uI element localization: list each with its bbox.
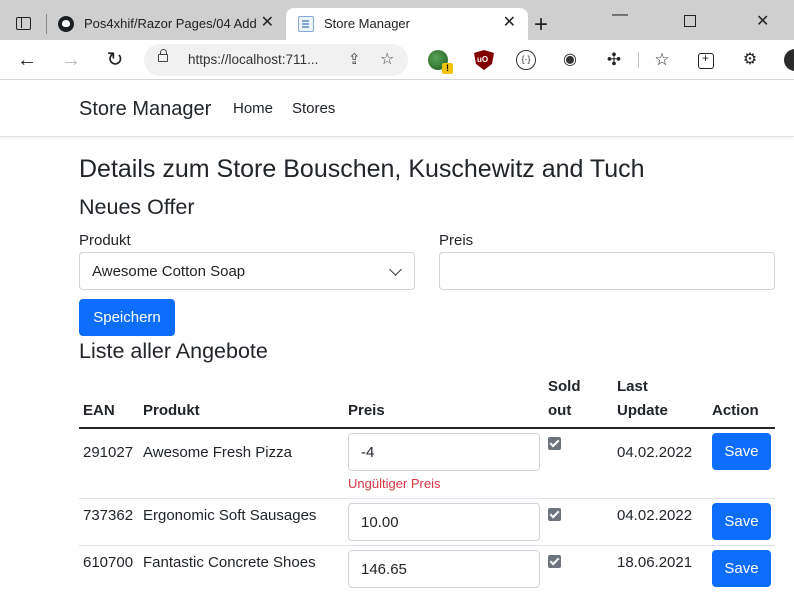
produkt-select[interactable]: Awesome Cotton Soap [79,252,415,290]
toolbar-divider [638,52,639,68]
row-last-update: 04.02.2022 [617,507,693,524]
browser-tab-github[interactable]: Pos4xhif/Razor Pages/04 Add at ✕ [50,8,284,40]
collections-icon[interactable] [698,51,714,69]
preis-label: Preis [439,232,474,249]
tab-actions-icon[interactable] [16,17,31,30]
row-ean: 737362 [83,507,134,524]
column-header-sold-out: Sold out [548,375,581,423]
column-header-ean: EAN [83,402,115,419]
column-header-produkt: Produkt [143,402,200,419]
sold-out-checkbox[interactable] [548,555,561,568]
column-header-last-update-line1: Last [617,378,648,395]
row-last-update: 18.06.2021 [617,554,693,571]
lock-icon[interactable] [158,49,168,62]
row-preis-value: 146.65 [361,561,407,578]
devtools-extension-icon[interactable]: {·} [516,50,536,70]
row-produkt: Ergonomic Soft Sausages [143,507,317,524]
page-title: Details zum Store Bouschen, Kuschewitz a… [79,155,645,183]
column-header-last-update: Last Update [617,375,668,423]
url-text[interactable]: https://localhost:711... [188,52,318,67]
preis-input[interactable] [439,252,775,290]
row-preis-value: -4 [361,444,375,461]
column-header-preis: Preis [348,402,385,419]
back-icon[interactable]: ← [16,49,38,71]
share-icon[interactable]: ⇪ [348,50,361,68]
minimize-icon[interactable]: — [612,6,628,24]
nav-link-home[interactable]: Home [233,100,273,117]
row-produkt: Fantastic Concrete Shoes [143,554,316,571]
row-preis-input[interactable]: 146.65 [348,550,540,588]
produkt-select-value: Awesome Cotton Soap [92,263,246,280]
row-last-update: 04.02.2022 [617,444,693,461]
new-tab-icon[interactable]: + [534,13,548,37]
table-row: 610700 Fantastic Concrete Shoes 146.65 1… [79,546,775,592]
column-header-last-update-line2: Update [617,402,668,419]
browser-tab-store-manager[interactable]: Store Manager ✕ [286,8,528,40]
chevron-down-icon [389,263,402,276]
speichern-button[interactable]: Speichern [79,299,175,336]
table-row: 291027 Awesome Fresh Pizza -4 04.02.2022… [79,429,775,499]
extensions-icon[interactable]: ✣ [604,50,624,70]
github-icon [58,16,74,32]
row-preis-value: 10.00 [361,514,399,531]
tab-title: Store Manager [324,16,410,31]
privacy-extension-icon[interactable]: ◉ [560,50,580,70]
sold-out-checkbox[interactable] [548,508,561,521]
address-bar[interactable]: https://localhost:711... ⇪ ☆ [144,44,408,76]
row-produkt: Awesome Fresh Pizza [143,444,292,461]
table-row: 737362 Ergonomic Soft Sausages 10.00 04.… [79,499,775,545]
brand-link[interactable]: Store Manager [79,98,211,121]
tabstrip-divider [46,14,47,34]
row-save-button[interactable]: Save [712,503,771,540]
row-ean: 610700 [83,554,134,571]
column-header-sold-out-line2: out [548,402,572,419]
ublock-icon[interactable]: uO [474,50,494,70]
row-ean: 291027 [83,444,134,461]
add-favorite-icon[interactable]: ☆ [380,49,394,69]
close-tab-icon[interactable]: ✕ [503,14,516,32]
row-save-button[interactable]: Save [712,433,771,470]
nav-link-stores[interactable]: Stores [292,100,335,117]
forward-icon[interactable]: → [60,49,82,71]
extension-badge: ! [442,63,453,74]
page-icon [298,16,314,32]
sold-out-checkbox[interactable] [548,437,561,450]
profile-avatar[interactable] [784,49,794,71]
row-preis-input[interactable]: 10.00 [348,503,540,541]
browser-toolbar: ← → ↻ https://localhost:711... ⇪ ☆ ! uO … [0,40,794,80]
browser-tabstrip: Pos4xhif/Razor Pages/04 Add at ✕ Store M… [0,0,794,40]
close-window-icon[interactable]: ✕ [756,11,769,31]
site-navbar: Store Manager Home Stores [0,80,794,137]
reload-icon[interactable]: ↻ [104,49,126,71]
maximize-icon[interactable] [684,15,696,27]
produkt-label: Produkt [79,232,131,249]
row-save-button[interactable]: Save [712,550,771,587]
column-header-sold-out-line1: Sold [548,378,581,395]
row-preis-input[interactable]: -4 [348,433,540,471]
tab-title: Pos4xhif/Razor Pages/04 Add at [84,16,256,31]
form-heading: Neues Offer [79,195,195,219]
close-tab-icon[interactable]: ✕ [261,14,274,32]
list-heading: Liste aller Angebote [79,339,268,363]
extension-globe-icon[interactable]: ! [428,50,453,74]
favorites-icon[interactable]: ☆ [652,50,672,70]
performance-icon[interactable]: ⚙ [740,50,760,70]
validation-error: Ungültiger Preis [348,476,441,491]
column-header-action: Action [712,402,759,419]
